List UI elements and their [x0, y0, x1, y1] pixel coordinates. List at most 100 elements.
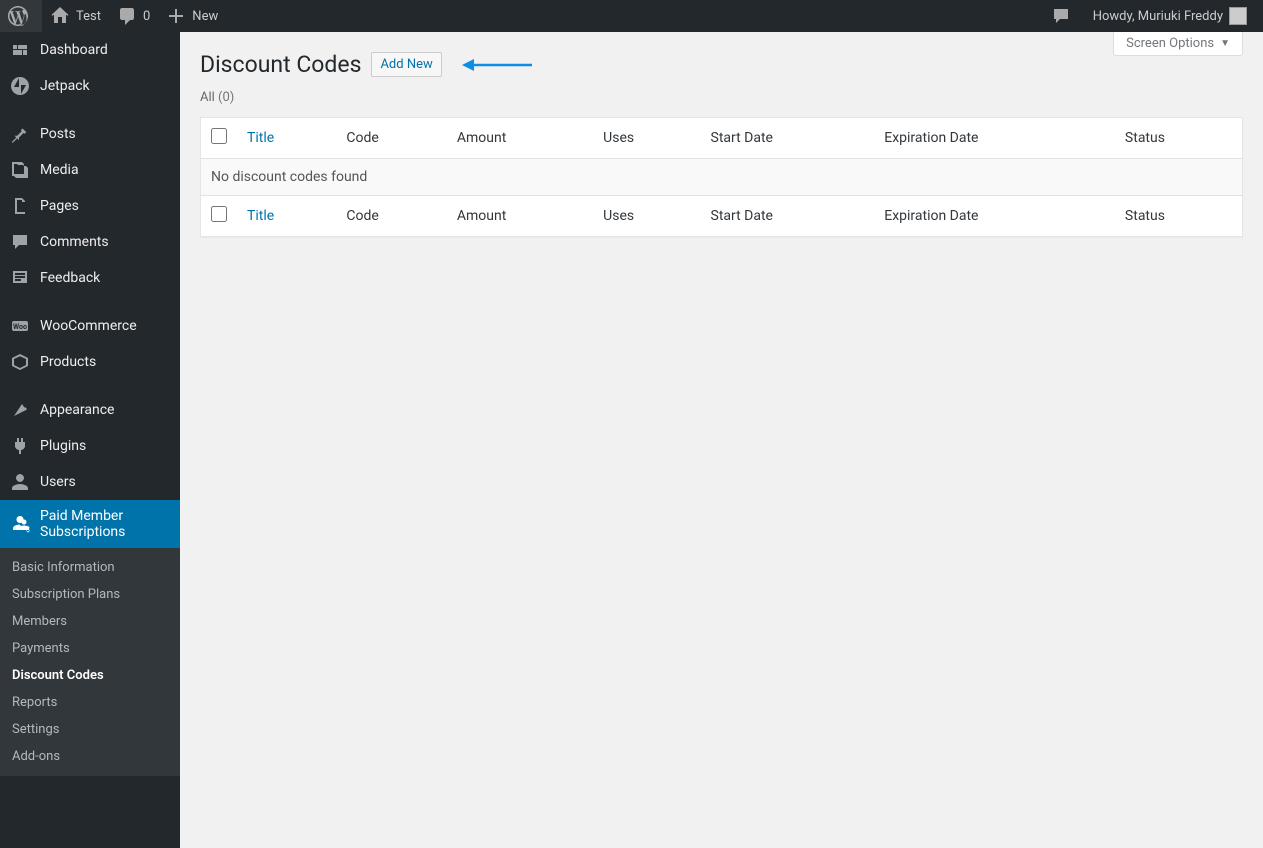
menu-label: Plugins — [40, 438, 86, 454]
new-content-link[interactable]: New — [158, 0, 226, 32]
menu-label: Jetpack — [40, 78, 90, 94]
table-row-empty: No discount codes found — [201, 159, 1243, 196]
filter-all-count: (0) — [218, 90, 234, 105]
page-heading: Discount Codes Add New — [200, 42, 1243, 82]
col-start-date: Start Date — [701, 118, 875, 159]
menu-label: Products — [40, 354, 96, 370]
notification-link[interactable] — [1043, 0, 1085, 32]
select-all-checkbox-top[interactable] — [211, 128, 227, 144]
col-title[interactable]: Title — [237, 118, 336, 159]
menu-item-products[interactable]: Products — [0, 344, 180, 380]
howdy-text: Howdy, Muriuki Freddy — [1093, 9, 1223, 24]
col-status-foot: Status — [1115, 196, 1243, 237]
content-area: Screen Options ▼ Discount Codes Add New … — [180, 32, 1263, 848]
user-icon — [10, 472, 30, 492]
submenu-item-reports[interactable]: Reports — [0, 689, 180, 716]
col-uses: Uses — [593, 118, 700, 159]
submenu-paid-member-subscriptions: Basic InformationSubscription PlansMembe… — [0, 548, 180, 776]
screen-options-toggle[interactable]: Screen Options ▼ — [1113, 32, 1243, 56]
menu-label: Feedback — [40, 270, 100, 286]
wordpress-icon — [8, 6, 28, 26]
menu-item-users[interactable]: Users — [0, 464, 180, 500]
submenu-item-payments[interactable]: Payments — [0, 635, 180, 662]
col-amount-foot: Amount — [447, 196, 593, 237]
adminbar-left: Test 0 New — [0, 0, 226, 32]
comments-link[interactable]: 0 — [109, 0, 158, 32]
admin-sidebar: Dashboard Jetpack Posts Media Pages Comments F… — [0, 32, 180, 848]
col-uses-foot: Uses — [593, 196, 700, 237]
menu-label: WooCommerce — [40, 318, 137, 334]
menu-label: Media — [40, 162, 79, 178]
select-all-header[interactable] — [201, 118, 238, 159]
my-account-link[interactable]: Howdy, Muriuki Freddy — [1085, 0, 1255, 32]
appearance-icon — [10, 400, 30, 420]
adminbar-right: Howdy, Muriuki Freddy — [1043, 0, 1255, 32]
wp-logo[interactable] — [0, 0, 42, 32]
submenu-item-basic-information[interactable]: Basic Information — [0, 554, 180, 581]
menu-label: Paid Member Subscriptions — [40, 508, 172, 540]
dashboard-icon — [10, 40, 30, 60]
menu-item-pages[interactable]: Pages — [0, 188, 180, 224]
col-code-foot: Code — [336, 196, 446, 237]
new-label: New — [192, 9, 218, 24]
col-title-foot[interactable]: Title — [237, 196, 336, 237]
discount-codes-table: Title Code Amount Uses Start Date Expira… — [200, 117, 1243, 237]
col-start-date-foot: Start Date — [701, 196, 875, 237]
menu-item-dashboard[interactable]: Dashboard — [0, 32, 180, 68]
comments-count: 0 — [143, 9, 150, 24]
menu-item-feedback[interactable]: Feedback — [0, 260, 180, 296]
comment-icon — [117, 6, 137, 26]
col-code: Code — [336, 118, 446, 159]
col-expiration-date: Expiration Date — [874, 118, 1115, 159]
pms-icon: $ — [10, 514, 30, 534]
menu-item-plugins[interactable]: Plugins — [0, 428, 180, 464]
menu-item-posts[interactable]: Posts — [0, 116, 180, 152]
home-icon — [50, 6, 70, 26]
menu-label: Pages — [40, 198, 79, 214]
page-icon — [10, 196, 30, 216]
list-filter[interactable]: All (0) — [200, 90, 1243, 105]
menu-label: Appearance — [40, 402, 114, 418]
arrow-annotation — [462, 58, 532, 72]
media-icon — [10, 160, 30, 180]
plugin-icon — [10, 436, 30, 456]
empty-message: No discount codes found — [201, 159, 1243, 196]
admin-toolbar: Test 0 New Howdy, Muriuki Freddy — [0, 0, 1263, 32]
menu-item-jetpack[interactable]: Jetpack — [0, 68, 180, 104]
avatar-icon — [1229, 7, 1247, 25]
chevron-down-icon: ▼ — [1220, 38, 1230, 49]
select-all-checkbox-bottom[interactable] — [211, 206, 227, 222]
menu-item-appearance[interactable]: Appearance — [0, 392, 180, 428]
site-name-link[interactable]: Test — [42, 0, 109, 32]
submenu-item-add-ons[interactable]: Add-ons — [0, 743, 180, 770]
menu-label: Posts — [40, 126, 76, 142]
col-expiration-date-foot: Expiration Date — [874, 196, 1115, 237]
menu-label: Dashboard — [40, 42, 108, 58]
menu-label: Users — [40, 474, 76, 490]
woo-icon: Woo — [10, 316, 30, 336]
svg-text:$: $ — [26, 526, 30, 534]
submenu-item-members[interactable]: Members — [0, 608, 180, 635]
screen-options-label: Screen Options — [1126, 36, 1214, 51]
comment-icon — [10, 232, 30, 252]
submenu-item-discount-codes[interactable]: Discount Codes — [0, 662, 180, 689]
select-all-footer[interactable] — [201, 196, 238, 237]
submenu-item-settings[interactable]: Settings — [0, 716, 180, 743]
feedback-icon — [10, 268, 30, 288]
jetpack-icon — [10, 76, 30, 96]
add-new-button[interactable]: Add New — [371, 52, 441, 77]
product-icon — [10, 352, 30, 372]
speech-bubble-icon — [1051, 6, 1071, 26]
menu-item-comments[interactable]: Comments — [0, 224, 180, 260]
page-title: Discount Codes — [200, 51, 361, 78]
col-status: Status — [1115, 118, 1243, 159]
menu-item-media[interactable]: Media — [0, 152, 180, 188]
menu-item-paid-member-subscriptions[interactable]: $ Paid Member Subscriptions — [0, 500, 180, 548]
pin-icon — [10, 124, 30, 144]
site-name-text: Test — [76, 9, 101, 24]
menu-item-woocommerce[interactable]: Woo WooCommerce — [0, 308, 180, 344]
plus-icon — [166, 6, 186, 26]
col-amount: Amount — [447, 118, 593, 159]
submenu-item-subscription-plans[interactable]: Subscription Plans — [0, 581, 180, 608]
menu-label: Comments — [40, 234, 109, 250]
